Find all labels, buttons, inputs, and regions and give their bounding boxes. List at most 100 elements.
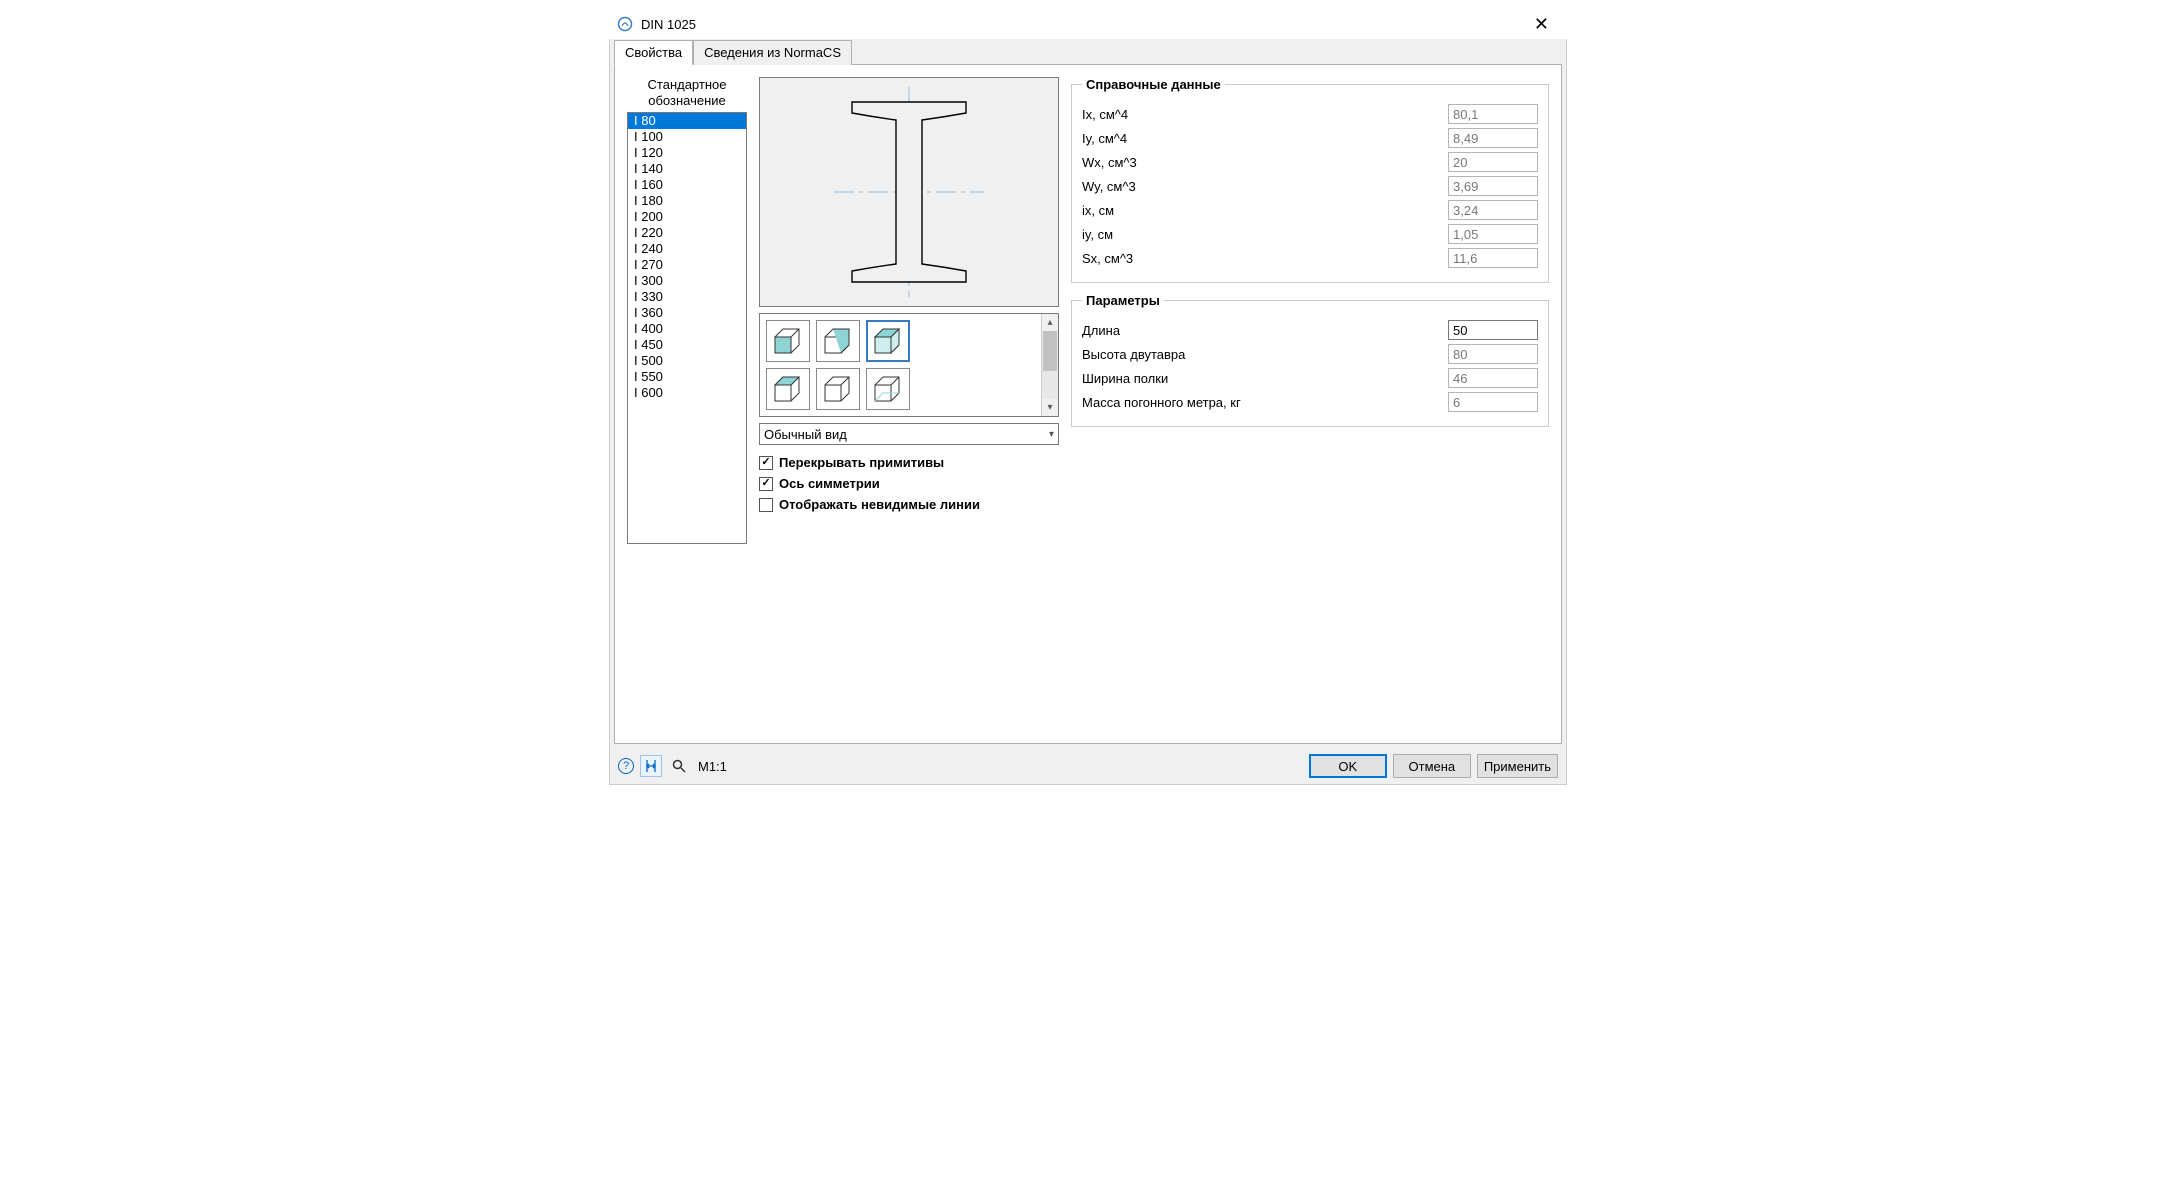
param-label: Длина <box>1082 323 1448 338</box>
tab-properties[interactable]: Свойства <box>614 40 693 65</box>
view-scrollbar[interactable]: ▴ ▾ <box>1041 314 1058 416</box>
zoom-label: M1:1 <box>698 759 727 774</box>
param-input[interactable] <box>1448 320 1538 340</box>
reference-value <box>1448 128 1538 148</box>
view-option-5[interactable] <box>816 368 860 410</box>
group-params: Параметры Длина Высота двутавра Ширина пол… <box>1071 293 1549 427</box>
zoom-icon[interactable] <box>668 755 690 777</box>
designation-column: Стандартное обозначение I 80I 100I 120I … <box>627 77 747 544</box>
view-mode-combo[interactable]: Обычный вид ▾ <box>759 423 1059 445</box>
list-item[interactable]: I 200 <box>628 209 746 225</box>
dialog-window: DIN 1025 ✕ Свойства Сведения из NormaCS … <box>608 8 1568 786</box>
view-grid <box>760 314 1041 416</box>
list-item[interactable]: I 80 <box>628 113 746 129</box>
list-item[interactable]: I 400 <box>628 321 746 337</box>
check-hidden-lines[interactable]: Отображать невидимые линии <box>759 497 1059 512</box>
view-option-4[interactable] <box>766 368 810 410</box>
close-button[interactable]: ✕ <box>1524 10 1559 39</box>
reference-value <box>1448 104 1538 124</box>
list-item[interactable]: I 180 <box>628 193 746 209</box>
reference-label: Sx, см^3 <box>1082 251 1448 266</box>
checkbox-icon <box>759 498 773 512</box>
reference-value <box>1448 152 1538 172</box>
reference-row: ix, см <box>1082 200 1538 220</box>
list-item[interactable]: I 500 <box>628 353 746 369</box>
list-item[interactable]: I 330 <box>628 289 746 305</box>
param-label: Масса погонного метра, кг <box>1082 395 1448 410</box>
reference-value <box>1448 176 1538 196</box>
reference-row: iy, см <box>1082 224 1538 244</box>
reference-value <box>1448 248 1538 268</box>
check-overlap-label: Перекрывать примитивы <box>779 455 944 470</box>
view-option-2[interactable] <box>816 320 860 362</box>
reference-row: Iy, см^4 <box>1082 128 1538 148</box>
view-picker: ▴ ▾ <box>759 313 1059 417</box>
scroll-up-icon[interactable]: ▴ <box>1042 314 1058 331</box>
param-label: Ширина полки <box>1082 371 1448 386</box>
reference-label: Wx, см^3 <box>1082 155 1448 170</box>
reference-label: Iy, см^4 <box>1082 131 1448 146</box>
app-icon <box>617 16 633 32</box>
reference-label: Ix, см^4 <box>1082 107 1448 122</box>
scroll-down-icon[interactable]: ▾ <box>1042 399 1058 416</box>
tab-page-properties: Стандартное обозначение I 80I 100I 120I … <box>614 64 1562 744</box>
profile-preview <box>759 77 1059 307</box>
checkbox-icon: ✓ <box>759 456 773 470</box>
tab-normacs[interactable]: Сведения из NormaCS <box>693 40 852 65</box>
reference-value <box>1448 224 1538 244</box>
check-overlap[interactable]: ✓ Перекрывать примитивы <box>759 455 1059 470</box>
chevron-down-icon: ▾ <box>1049 429 1054 440</box>
reference-row: Wx, см^3 <box>1082 152 1538 172</box>
window-title: DIN 1025 <box>641 17 696 32</box>
list-item[interactable]: I 450 <box>628 337 746 353</box>
titlebar: DIN 1025 ✕ <box>609 9 1567 39</box>
list-item[interactable]: I 140 <box>628 161 746 177</box>
check-symmetry[interactable]: ✓ Ось симметрии <box>759 476 1059 491</box>
list-item[interactable]: I 300 <box>628 273 746 289</box>
ok-button[interactable]: OK <box>1309 754 1387 778</box>
param-row: Высота двутавра <box>1082 344 1538 364</box>
reference-row: Ix, см^4 <box>1082 104 1538 124</box>
list-item[interactable]: I 270 <box>628 257 746 273</box>
reference-label: Wy, см^3 <box>1082 179 1448 194</box>
param-row: Масса погонного метра, кг <box>1082 392 1538 412</box>
view-option-6[interactable] <box>866 368 910 410</box>
list-item[interactable]: I 160 <box>628 177 746 193</box>
view-option-3[interactable] <box>866 320 910 362</box>
reference-row: Wy, см^3 <box>1082 176 1538 196</box>
designation-header: Стандартное обозначение <box>627 77 747 108</box>
tab-strip: Свойства Сведения из NormaCS <box>610 39 1566 64</box>
list-item[interactable]: I 120 <box>628 145 746 161</box>
i-beam-icon <box>824 87 994 297</box>
param-row: Длина <box>1082 320 1538 340</box>
view-option-1[interactable] <box>766 320 810 362</box>
reference-value <box>1448 200 1538 220</box>
param-row: Ширина полки <box>1082 368 1538 388</box>
designation-header-line1: Стандартное <box>648 77 727 92</box>
view-mode-value: Обычный вид <box>764 427 847 442</box>
list-item[interactable]: I 550 <box>628 369 746 385</box>
params-legend: Параметры <box>1082 293 1164 308</box>
reference-row: Sx, см^3 <box>1082 248 1538 268</box>
preview-column: ▴ ▾ Обычный вид ▾ ✓ Перекрывать примитив… <box>759 77 1059 512</box>
designation-listbox[interactable]: I 80I 100I 120I 140I 160I 180I 200I 220I… <box>627 112 747 544</box>
designation-header-line2: обозначение <box>648 93 726 108</box>
check-hidden-label: Отображать невидимые линии <box>779 497 980 512</box>
view-options: ✓ Перекрывать примитивы ✓ Ось симметрии … <box>759 455 1059 512</box>
list-item[interactable]: I 240 <box>628 241 746 257</box>
param-value <box>1448 392 1538 412</box>
help-icon[interactable]: ? <box>618 758 634 774</box>
list-item[interactable]: I 220 <box>628 225 746 241</box>
param-label: Высота двутавра <box>1082 347 1448 362</box>
param-value <box>1448 368 1538 388</box>
reference-label: ix, см <box>1082 203 1448 218</box>
group-reference: Справочные данные Ix, см^4Iy, см^4Wx, см… <box>1071 77 1549 283</box>
cancel-button[interactable]: Отмена <box>1393 754 1471 778</box>
list-item[interactable]: I 600 <box>628 385 746 401</box>
measure-icon[interactable] <box>640 755 662 777</box>
list-item[interactable]: I 100 <box>628 129 746 145</box>
list-item[interactable]: I 360 <box>628 305 746 321</box>
check-symmetry-label: Ось симметрии <box>779 476 880 491</box>
reference-label: iy, см <box>1082 227 1448 242</box>
apply-button[interactable]: Применить <box>1477 754 1558 778</box>
